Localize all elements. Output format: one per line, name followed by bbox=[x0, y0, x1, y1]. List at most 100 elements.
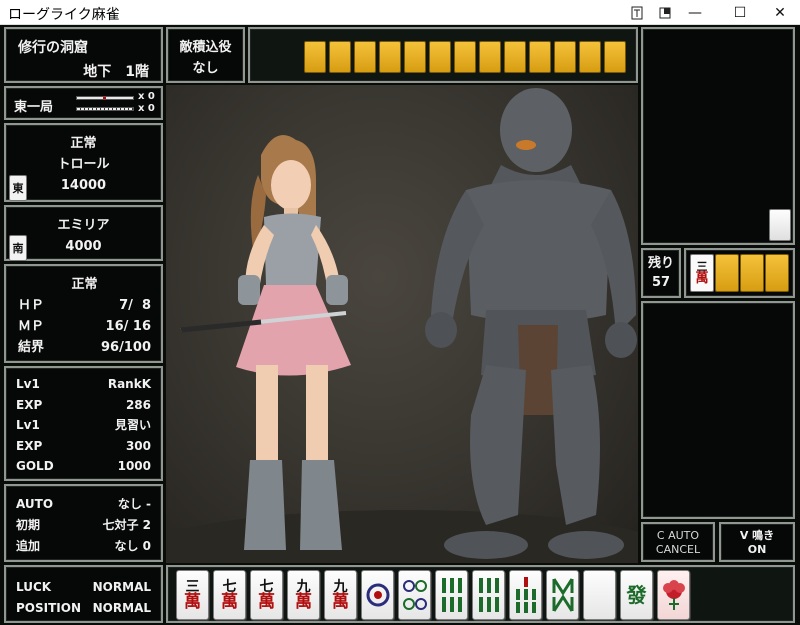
troll-figure bbox=[425, 88, 637, 559]
options-panel: AUTO なし - 初期 七対子 2 追加 なし 0 bbox=[4, 484, 163, 562]
vitals-panel: 正常 ＨＰ 7/ 8 ＭＰ 16/ 16 結界 96/100 bbox=[4, 264, 163, 363]
dora-panel: 三 萬 bbox=[684, 248, 795, 298]
yaku-title: 敵積込役 bbox=[179, 40, 232, 55]
sou-6-icon bbox=[478, 578, 499, 612]
hand-tile-3-man[interactable]: 三萬 bbox=[176, 570, 209, 620]
south-wind-icon: 南 bbox=[9, 235, 27, 261]
barrier-label: 結界 bbox=[18, 340, 45, 355]
riichi-stick-icon bbox=[76, 107, 134, 111]
stat-row: EXP 286 bbox=[16, 397, 151, 412]
player-hand: 三萬 七萬 七萬 九萬 九萬 發 bbox=[166, 565, 795, 623]
player-discard-area bbox=[641, 301, 795, 519]
position-value: NORMAL bbox=[92, 601, 151, 615]
opponent-drawn-tile bbox=[769, 209, 791, 241]
east-wind-icon: 東 bbox=[9, 175, 27, 201]
mp-value: 16/ 16 bbox=[105, 319, 151, 334]
stat-row: Lv1 見習い bbox=[16, 418, 151, 432]
pin-1-icon bbox=[366, 583, 389, 607]
hand-tile-8-sou[interactable] bbox=[509, 570, 542, 620]
hand-tile-9-man[interactable]: 九萬 bbox=[324, 570, 357, 620]
auto-cancel-button[interactable]: C AUTO CANCEL bbox=[641, 522, 715, 562]
hand-tile-6-sou[interactable] bbox=[472, 570, 505, 620]
dead-wall-tile bbox=[740, 254, 764, 292]
minimize-button[interactable]: — bbox=[680, 0, 710, 25]
enemy-tile bbox=[454, 41, 476, 73]
yaku-value: なし bbox=[192, 61, 219, 76]
restore-icon[interactable] bbox=[650, 0, 680, 25]
dora-indicator-tile: 三 萬 bbox=[690, 254, 714, 292]
stats-panel: Lv1 RankK EXP 286 Lv1 見習い EXP 300 GOLD 1000 bbox=[4, 366, 163, 481]
stat-row: EXP 300 bbox=[16, 438, 151, 453]
player-panel: エミリア 4000 南 bbox=[4, 205, 163, 261]
hand-tile-6-sou[interactable] bbox=[435, 570, 468, 620]
hand-tile-7-man[interactable]: 七萬 bbox=[213, 570, 246, 620]
hand-tile-4-pin[interactable] bbox=[398, 570, 431, 620]
wall-remaining-count: 57 bbox=[651, 275, 671, 290]
dungeon-panel: 修行の洞窟 地下 1階 bbox=[4, 27, 163, 83]
enemy-tile bbox=[504, 41, 526, 73]
player-points: 4000 bbox=[65, 239, 102, 254]
enemy-tile bbox=[379, 41, 401, 73]
luck-label: LUCK bbox=[16, 580, 52, 594]
enemy-name: トロール bbox=[57, 157, 110, 172]
enemy-tile bbox=[554, 41, 576, 73]
maximize-button[interactable]: ☐ bbox=[725, 0, 755, 25]
hand-tile-haku[interactable] bbox=[583, 570, 616, 620]
barrier-value: 96/100 bbox=[101, 340, 151, 355]
enemy-tile bbox=[429, 41, 451, 73]
player-status: 正常 bbox=[71, 277, 98, 292]
round-label: 東一局 bbox=[14, 100, 54, 115]
enemy-tile bbox=[479, 41, 501, 73]
hp-label: ＨＰ bbox=[18, 298, 45, 313]
sou-7-icon bbox=[552, 578, 573, 612]
luck-panel: LUCK NORMAL POSITION NORMAL bbox=[4, 565, 163, 623]
option-row: 初期 七対子 2 bbox=[16, 518, 151, 532]
hand-tile-7-sou[interactable] bbox=[546, 570, 579, 620]
honba-stick-icon bbox=[76, 96, 134, 100]
hand-tile-hatsu[interactable]: 發 bbox=[620, 570, 653, 620]
sou-8-icon bbox=[515, 577, 536, 613]
player-name: エミリア bbox=[57, 218, 110, 233]
naki-toggle-button[interactable]: V 鳴き ON bbox=[719, 522, 795, 562]
enemy-tile bbox=[404, 41, 426, 73]
flower-icon bbox=[662, 580, 685, 610]
yaku-panel: 敵積込役 なし bbox=[166, 27, 245, 83]
enemy-tile bbox=[329, 41, 351, 73]
stat-row: Lv1 RankK bbox=[16, 377, 151, 391]
window-title: ローグライク麻雀 bbox=[8, 7, 120, 23]
enemy-panel: 正常 トロール 14000 東 bbox=[4, 123, 163, 202]
enemy-points: 14000 bbox=[60, 178, 107, 193]
mp-label: ＭＰ bbox=[18, 319, 45, 334]
pin-4-icon bbox=[402, 580, 427, 610]
close-button[interactable]: ✕ bbox=[765, 0, 795, 25]
enemy-tile bbox=[304, 41, 326, 73]
stat-row: GOLD 1000 bbox=[16, 459, 151, 473]
hand-tile-9-man[interactable]: 九萬 bbox=[287, 570, 320, 620]
option-row: 追加 なし 0 bbox=[16, 539, 151, 553]
game-area: 修行の洞窟 地下 1階 東一局 x 0 x 0 正常 トロール 14000 東 … bbox=[0, 25, 800, 625]
hand-tile-7-man[interactable]: 七萬 bbox=[250, 570, 283, 620]
dungeon-floor: 地下 1階 bbox=[83, 64, 149, 80]
hand-tile-1-pin[interactable] bbox=[361, 570, 394, 620]
opponent-discard-area bbox=[641, 27, 795, 245]
round-panel: 東一局 x 0 x 0 bbox=[4, 86, 163, 120]
enemy-tile bbox=[579, 41, 601, 73]
battle-scene bbox=[166, 85, 638, 563]
enemy-hand bbox=[248, 27, 638, 83]
sou-6-icon bbox=[441, 578, 462, 612]
hp-value: 7/ 8 bbox=[119, 298, 151, 313]
hand-tile-flower[interactable] bbox=[657, 570, 690, 620]
enemy-tile bbox=[604, 41, 626, 73]
window-titlebar: ローグライク麻雀 — ☐ ✕ bbox=[0, 0, 800, 25]
wall-remaining-panel: 残り 57 bbox=[641, 248, 681, 298]
heroine-figure bbox=[180, 135, 351, 550]
pin-icon[interactable] bbox=[622, 0, 652, 25]
enemy-tile bbox=[529, 41, 551, 73]
wall-remaining-label: 残り bbox=[647, 256, 674, 271]
dead-wall-tile bbox=[715, 254, 739, 292]
dead-wall-tile bbox=[765, 254, 789, 292]
enemy-tile bbox=[354, 41, 376, 73]
battle-illustration bbox=[166, 88, 638, 563]
riichi-count: x 0 bbox=[138, 103, 155, 114]
enemy-status: 正常 bbox=[70, 136, 97, 151]
